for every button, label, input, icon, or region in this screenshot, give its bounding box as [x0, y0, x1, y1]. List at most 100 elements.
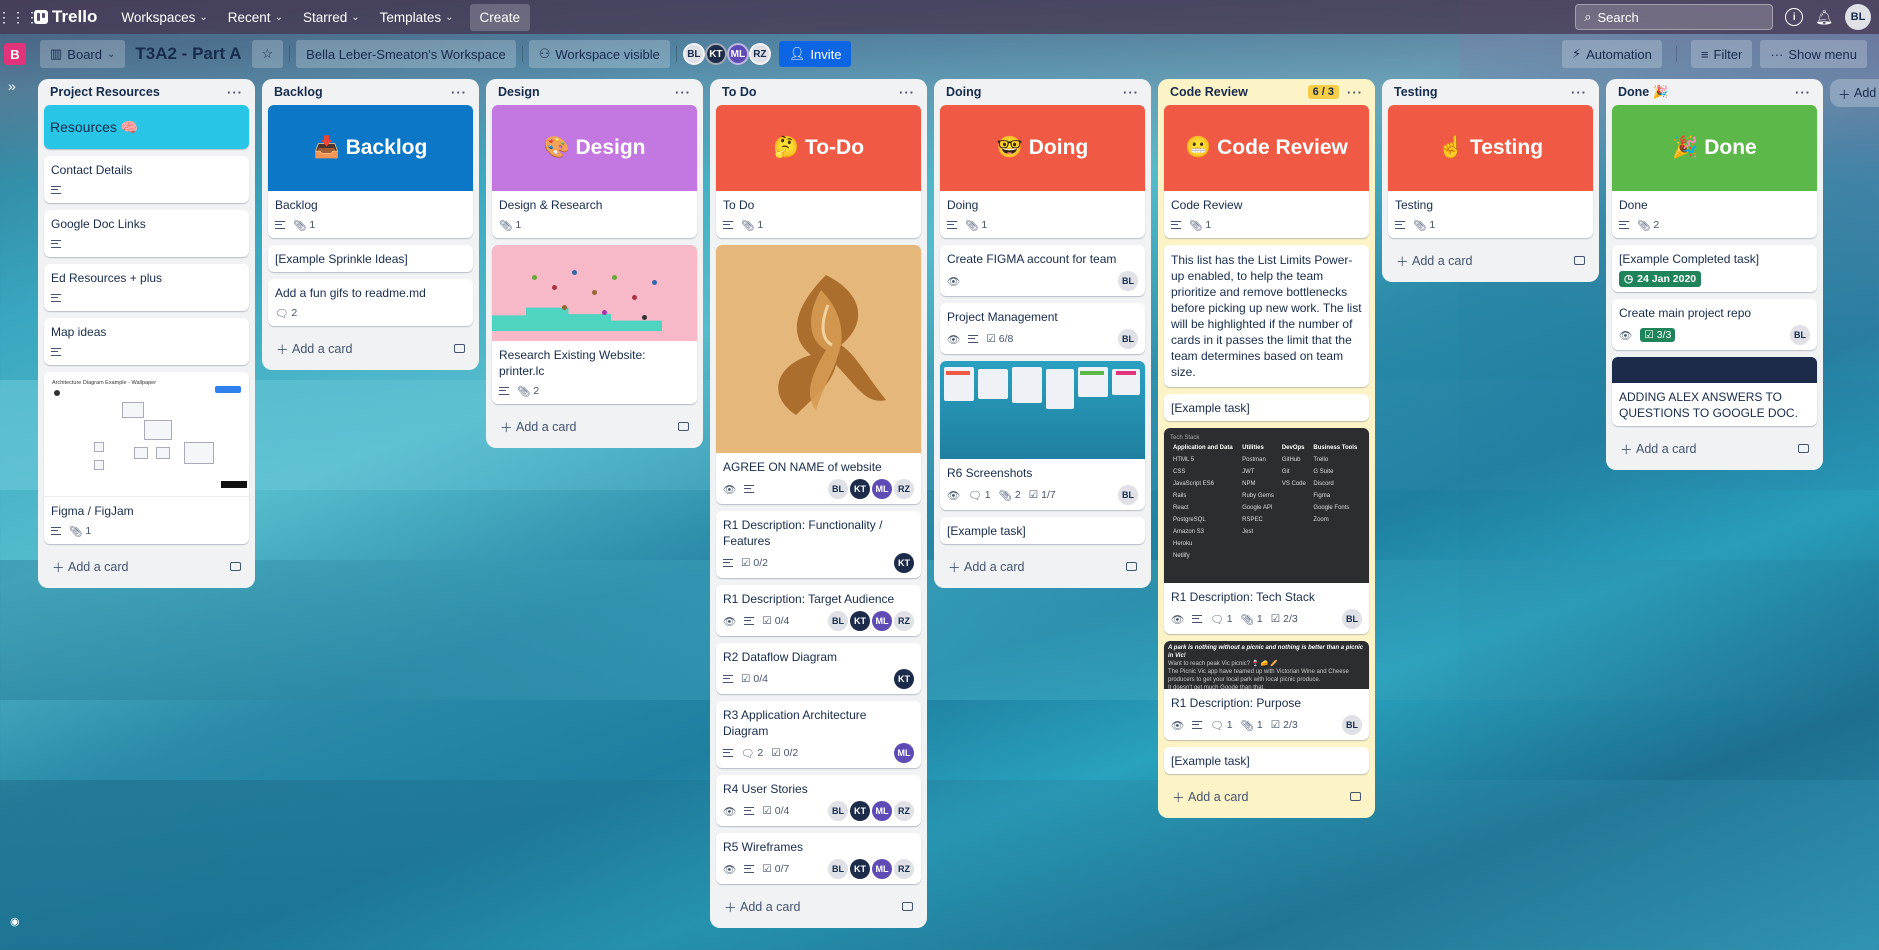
list-title[interactable]: Doing — [946, 85, 981, 99]
member-avatar[interactable]: BL — [828, 611, 848, 631]
add-card-button[interactable]: ＋ Add a card — [940, 551, 1145, 582]
list-menu-icon[interactable]: ··· — [227, 85, 243, 100]
card[interactable]: AGREE ON NAME of website 👁︎ BL KT ML RZ — [716, 245, 921, 504]
app-switcher-icon[interactable]: ⋮⋮⋮ — [0, 7, 39, 27]
add-card-button[interactable]: ＋ Add a card — [1612, 433, 1817, 464]
member-avatar[interactable]: ML — [872, 801, 892, 821]
card[interactable]: R2 Dataflow Diagram ☑ 0/4 KT — [716, 643, 921, 694]
add-card-button[interactable]: ＋ Add a card — [1388, 245, 1593, 276]
template-icon[interactable] — [1126, 562, 1137, 571]
card[interactable]: R6 Screenshots 👁︎ 🗨︎ 1 📎︎ 2 ☑ 1/7 BL — [940, 361, 1145, 510]
member-avatar[interactable]: BL — [828, 859, 848, 879]
card[interactable]: 🎨 Design Design & Research 📎︎ 1 — [492, 105, 697, 238]
card[interactable]: ☝️ Testing Testing 📎︎ 1 — [1388, 105, 1593, 238]
card[interactable]: Create FIGMA account for team 👁︎ BL — [940, 245, 1145, 296]
menu-workspaces[interactable]: Workspaces ⌄ — [111, 2, 217, 32]
member-avatar[interactable]: BL — [1118, 271, 1138, 291]
template-icon[interactable] — [1350, 792, 1361, 801]
member-avatar[interactable]: ML — [872, 859, 892, 879]
list-menu-icon[interactable]: ··· — [1123, 85, 1139, 100]
workspace-button[interactable]: Bella Leber-Smeaton's Workspace — [296, 40, 516, 68]
member-avatar[interactable]: RZ — [894, 479, 914, 499]
card[interactable]: A park is nothing without a picnic and n… — [1164, 641, 1369, 740]
list-menu-icon[interactable]: ··· — [1795, 85, 1811, 100]
add-card-button[interactable]: ＋ Add a card — [268, 333, 473, 364]
template-icon[interactable] — [1574, 256, 1585, 265]
card[interactable]: [Example Sprinkle Ideas] — [268, 245, 473, 272]
member-avatar[interactable]: KT — [850, 859, 870, 879]
show-menu-button[interactable]: ··· Show menu — [1760, 40, 1867, 68]
card[interactable]: 🤓 Doing Doing 📎︎ 1 — [940, 105, 1145, 238]
member-avatar[interactable]: ML — [894, 743, 914, 763]
list-title[interactable]: Done 🎉 — [1618, 85, 1668, 100]
invite-button[interactable]: 👤︎ Invite — [778, 41, 852, 67]
member-avatar[interactable]: RZ — [894, 859, 914, 879]
member-avatar[interactable]: RZ — [894, 801, 914, 821]
list-menu-icon[interactable]: ··· — [1347, 85, 1363, 100]
automation-button[interactable]: ⚡︎ Automation — [1561, 40, 1662, 68]
list-title[interactable]: Design — [498, 85, 540, 99]
add-list-button[interactable]: ＋ Add — [1830, 79, 1879, 107]
account-avatar[interactable]: BL — [1845, 4, 1871, 30]
card[interactable]: Project Management 👁︎ ☑ 6/8 BL — [940, 303, 1145, 354]
card[interactable]: Contact Details — [44, 156, 249, 203]
card[interactable]: ADDING ALEX ANSWERS TO QUESTIONS TO GOOG… — [1612, 357, 1817, 426]
expand-sidebar-icon[interactable]: » — [8, 78, 16, 94]
star-button[interactable]: ☆ — [251, 40, 284, 68]
bell-icon[interactable]: 🔔︎ — [1815, 9, 1833, 26]
card[interactable]: R4 User Stories 👁︎ ☑ 0/4 BL KT ML RZ — [716, 775, 921, 826]
member-avatar[interactable]: KT — [850, 801, 870, 821]
member-avatar[interactable]: BL — [828, 801, 848, 821]
card[interactable]: Google Doc Links — [44, 210, 249, 257]
visibility-button[interactable]: ⚇ Workspace visible — [528, 40, 670, 68]
list-title[interactable]: Backlog — [274, 85, 323, 99]
card[interactable]: Resources 🧠 — [44, 105, 249, 149]
camera-icon[interactable]: ◉ — [10, 915, 20, 928]
card[interactable]: 😬 Code Review Code Review 📎︎ 1 — [1164, 105, 1369, 238]
card[interactable]: 🎉 Done Done 📎︎ 2 — [1612, 105, 1817, 238]
card[interactable]: R5 Wireframes 👁︎ ☑ 0/7 BL KT ML RZ — [716, 833, 921, 884]
add-card-button[interactable]: ＋ Add a card — [1164, 781, 1369, 812]
member-avatar[interactable]: BL — [1342, 715, 1362, 735]
add-card-button[interactable]: ＋ Add a card — [492, 411, 697, 442]
member-avatar[interactable]: BL — [1342, 609, 1362, 629]
add-card-button[interactable]: ＋ Add a card — [44, 551, 249, 582]
member-avatar[interactable]: KT — [894, 669, 914, 689]
workspace-badge[interactable]: B — [4, 43, 26, 65]
card[interactable]: [Example Completed task] ◷ 24 Jan 2020 — [1612, 245, 1817, 292]
card[interactable]: [Example task] — [1164, 747, 1369, 774]
member-avatar[interactable]: ML — [872, 611, 892, 631]
template-icon[interactable] — [1798, 444, 1809, 453]
member-avatar[interactable]: BL — [1118, 485, 1138, 505]
list-menu-icon[interactable]: ··· — [899, 85, 915, 100]
card[interactable]: R1 Description: Target Audience 👁︎ ☑ 0/4 B… — [716, 585, 921, 636]
menu-starred[interactable]: Starred ⌄ — [293, 2, 370, 32]
menu-recent[interactable]: Recent ⌄ — [218, 2, 293, 32]
due-date-badge[interactable]: ◷ 24 Jan 2020 — [1619, 271, 1702, 287]
filter-button[interactable]: ≡ Filter — [1690, 40, 1753, 68]
card[interactable]: R3 Application Architecture Diagram 🗨︎ 2 ☑… — [716, 701, 921, 768]
card[interactable]: [Example task] — [940, 517, 1145, 544]
member-avatar[interactable]: BL — [1118, 329, 1138, 349]
member-avatar[interactable]: BL — [828, 479, 848, 499]
board-title[interactable]: T3A2 - Part A — [125, 44, 251, 64]
member-avatar[interactable]: BL — [1790, 325, 1810, 345]
card[interactable]: R1 Description: Functionality / Features… — [716, 511, 921, 578]
member-avatar[interactable]: ML — [726, 43, 749, 65]
member-avatar[interactable]: BL — [682, 43, 705, 65]
member-avatar[interactable]: KT — [894, 553, 914, 573]
card[interactable]: [Example task] — [1164, 394, 1369, 421]
list-title[interactable]: Project Resources — [50, 85, 160, 99]
menu-templates[interactable]: Templates ⌄ — [370, 2, 464, 32]
card[interactable]: Add a fun gifs to readme.md 🗨︎ 2 — [268, 279, 473, 326]
template-icon[interactable] — [454, 344, 465, 353]
member-avatar[interactable]: KT — [850, 479, 870, 499]
card[interactable]: Research Existing Website: printer.lc 📎︎… — [492, 245, 697, 404]
card[interactable]: 📥 Backlog Backlog 📎︎ 1 — [268, 105, 473, 238]
list-title[interactable]: Code Review — [1170, 85, 1248, 99]
card[interactable]: Architecture Diagram Example - Wallpaper… — [44, 372, 249, 544]
member-avatar[interactable]: RZ — [894, 611, 914, 631]
trello-logo[interactable]: Trello — [34, 7, 97, 27]
card[interactable]: 🤔 To-Do To Do 📎︎ 1 — [716, 105, 921, 238]
card[interactable]: Map ideas — [44, 318, 249, 365]
